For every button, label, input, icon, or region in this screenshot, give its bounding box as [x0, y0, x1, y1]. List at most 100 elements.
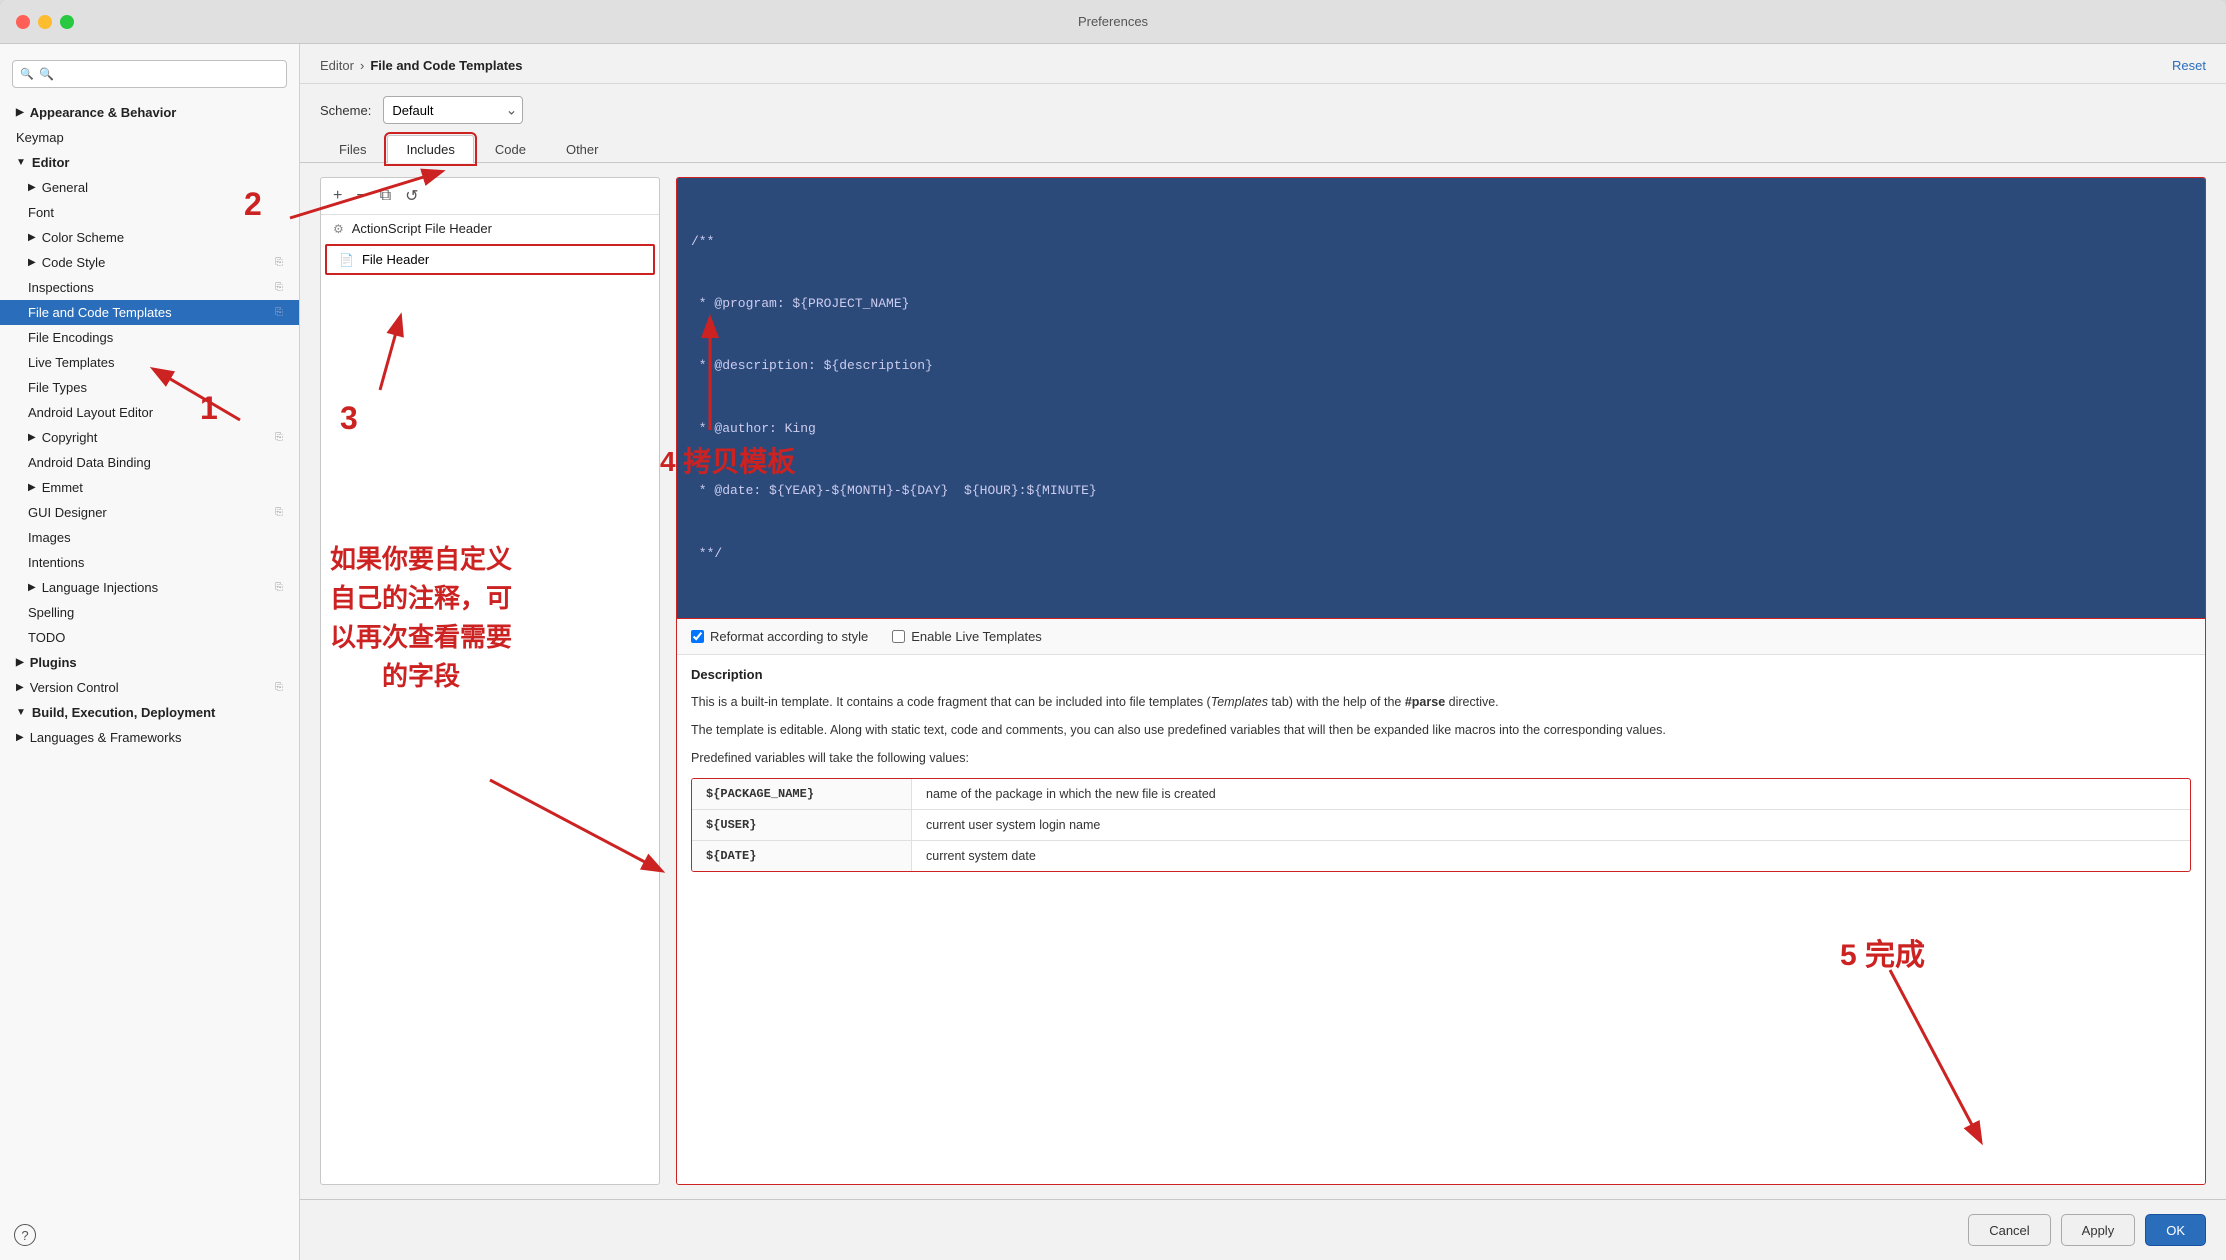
expand-arrow: ▶: [16, 732, 24, 743]
main-content: 🔍 ▶ Appearance & Behavior Keymap ▼ Edito…: [0, 44, 2226, 1260]
sidebar-item-languages-frameworks[interactable]: ▶ Languages & Frameworks: [0, 725, 299, 750]
reset-link[interactable]: Reset: [2172, 58, 2206, 73]
copy-icon: ⎘: [275, 682, 283, 693]
copy-template-button[interactable]: ⧉: [376, 185, 395, 207]
list-item-file-header[interactable]: 📄: [325, 244, 655, 275]
panel-header: Editor › File and Code Templates Reset: [300, 44, 2226, 84]
sidebar-item-android-data-binding[interactable]: Android Data Binding: [0, 450, 299, 475]
remove-template-button[interactable]: −: [352, 185, 369, 207]
code-line-6: **/: [691, 544, 2191, 565]
breadcrumb-parent: Editor: [320, 58, 354, 73]
right-panel: Editor › File and Code Templates Reset S…: [300, 44, 2226, 1260]
tab-other[interactable]: Other: [547, 135, 618, 163]
sidebar-item-file-encodings[interactable]: File Encodings: [0, 325, 299, 350]
sidebar-item-label: File Encodings: [28, 330, 113, 345]
sidebar-item-plugins[interactable]: ▶ Plugins: [0, 650, 299, 675]
reformat-checkbox-label[interactable]: Reformat according to style: [691, 629, 868, 644]
close-button[interactable]: [16, 15, 30, 29]
template-icon: 📄: [339, 253, 354, 267]
sidebar-item-label: General: [42, 180, 88, 195]
reformat-checkbox[interactable]: [691, 630, 704, 643]
template-name-input[interactable]: [362, 252, 641, 267]
scheme-select[interactable]: Default Project: [383, 96, 523, 124]
expand-arrow: ▶: [16, 107, 24, 118]
sidebar-item-images[interactable]: Images: [0, 525, 299, 550]
sidebar-item-file-types[interactable]: File Types: [0, 375, 299, 400]
apply-button[interactable]: Apply: [2061, 1214, 2136, 1246]
sidebar-item-label: Keymap: [16, 130, 64, 145]
add-template-button[interactable]: +: [329, 185, 346, 207]
sidebar-item-spelling[interactable]: Spelling: [0, 600, 299, 625]
window-controls: [16, 15, 74, 29]
sidebar-item-language-injections[interactable]: ▶ Language Injections ⎘: [0, 575, 299, 600]
tab-includes[interactable]: Includes: [387, 135, 473, 163]
sidebar-item-color-scheme[interactable]: ▶ Color Scheme: [0, 225, 299, 250]
sidebar-item-label: Android Layout Editor: [28, 405, 153, 420]
reset-template-button[interactable]: ↺: [401, 184, 422, 208]
sidebar-item-emmet[interactable]: ▶ Emmet: [0, 475, 299, 500]
copy-icon: ⎘: [275, 282, 283, 293]
expand-arrow: ▼: [16, 157, 26, 168]
tab-code[interactable]: Code: [476, 135, 545, 163]
live-templates-checkbox[interactable]: [892, 630, 905, 643]
live-templates-checkbox-label[interactable]: Enable Live Templates: [892, 629, 1042, 644]
sidebar-item-gui-designer[interactable]: GUI Designer ⎘: [0, 500, 299, 525]
sidebar-item-label: Live Templates: [28, 355, 114, 370]
sidebar-item-intentions[interactable]: Intentions: [0, 550, 299, 575]
minimize-button[interactable]: [38, 15, 52, 29]
sidebar-item-label: Intentions: [28, 555, 84, 570]
var-desc: current user system login name: [912, 810, 2190, 840]
breadcrumb-current: File and Code Templates: [370, 58, 522, 73]
sidebar-item-file-code-templates[interactable]: File and Code Templates ⎘: [0, 300, 299, 325]
sidebar-item-version-control[interactable]: ▶ Version Control ⎘: [0, 675, 299, 700]
description-heading: Description: [691, 667, 2191, 682]
sidebar-item-live-templates[interactable]: Live Templates: [0, 350, 299, 375]
sidebar-item-label: Images: [28, 530, 71, 545]
expand-arrow: ▼: [16, 707, 26, 718]
tab-files[interactable]: Files: [320, 135, 385, 163]
sidebar-item-android-layout-editor[interactable]: Android Layout Editor: [0, 400, 299, 425]
sidebar-item-keymap[interactable]: Keymap: [0, 125, 299, 150]
var-name: ${DATE}: [692, 841, 912, 871]
help-button[interactable]: ?: [14, 1224, 36, 1246]
sidebar-item-inspections[interactable]: Inspections ⎘: [0, 275, 299, 300]
sidebar-item-label: Font: [28, 205, 54, 220]
expand-arrow: ▶: [28, 182, 36, 193]
sidebar-item-label: Code Style: [42, 255, 106, 270]
bottom-bar: Cancel Apply OK: [300, 1199, 2226, 1260]
live-templates-label: Enable Live Templates: [911, 629, 1042, 644]
search-wrap: 🔍: [12, 60, 287, 88]
var-name: ${USER}: [692, 810, 912, 840]
code-line-2: * @program: ${PROJECT_NAME}: [691, 294, 2191, 315]
sidebar-item-label: Color Scheme: [42, 230, 124, 245]
maximize-button[interactable]: [60, 15, 74, 29]
template-list-panel: + − ⧉ ↺ ⚙ ActionScript File Header: [320, 177, 660, 1185]
sidebar-item-general[interactable]: ▶ General: [0, 175, 299, 200]
sidebar-item-code-style[interactable]: ▶ Code Style ⎘: [0, 250, 299, 275]
sidebar-item-label: Build, Execution, Deployment: [32, 705, 215, 720]
search-icon: 🔍: [20, 68, 34, 81]
sidebar-item-todo[interactable]: TODO: [0, 625, 299, 650]
var-name: ${PACKAGE_NAME}: [692, 779, 912, 809]
expand-arrow: ▶: [28, 582, 36, 593]
list-item-actionscript[interactable]: ⚙ ActionScript File Header: [321, 215, 659, 242]
var-desc: current system date: [912, 841, 2190, 871]
code-editor[interactable]: /** * @program: ${PROJECT_NAME} * @descr…: [677, 178, 2205, 619]
sidebar-item-label: Spelling: [28, 605, 74, 620]
sidebar-item-label: File and Code Templates: [28, 305, 172, 320]
template-list: ⚙ ActionScript File Header 📄: [321, 215, 659, 1184]
sidebar-item-appearance[interactable]: ▶ Appearance & Behavior: [0, 100, 299, 125]
cancel-button[interactable]: Cancel: [1968, 1214, 2050, 1246]
sidebar-item-editor[interactable]: ▼ Editor: [0, 150, 299, 175]
copy-icon: ⎘: [275, 432, 283, 443]
sidebar-item-copyright[interactable]: ▶ Copyright ⎘: [0, 425, 299, 450]
search-input[interactable]: [12, 60, 287, 88]
ok-button[interactable]: OK: [2145, 1214, 2206, 1246]
sidebar-item-label: Emmet: [42, 480, 83, 495]
expand-arrow: ▶: [28, 257, 36, 268]
sidebar-item-font[interactable]: Font: [0, 200, 299, 225]
tabs-row: Files Includes Code Other: [300, 134, 2226, 163]
reformat-label: Reformat according to style: [710, 629, 868, 644]
copy-icon: ⎘: [275, 307, 283, 318]
sidebar-item-build-execution[interactable]: ▼ Build, Execution, Deployment: [0, 700, 299, 725]
